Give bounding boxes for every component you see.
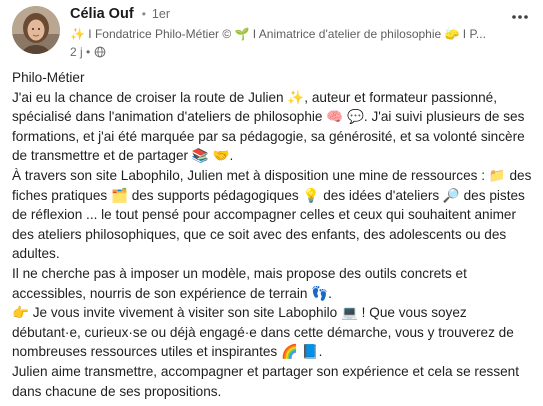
more-horizontal-icon bbox=[512, 15, 528, 19]
separator-dot: • bbox=[141, 7, 146, 21]
post-paragraph: Il ne cherche pas à imposer un modèle, m… bbox=[12, 265, 467, 301]
post-paragraph: 👉 Je vous invite vivement à visiter son … bbox=[12, 305, 514, 360]
post-paragraph: Philo-Métier bbox=[12, 70, 85, 85]
author-headline: ✨ I Fondatrice Philo-Métier © 🌱 I Animat… bbox=[70, 27, 486, 41]
post-meta: 2 j • bbox=[70, 45, 106, 59]
more-options-button[interactable] bbox=[507, 6, 533, 28]
author-line: Célia Ouf • 1er bbox=[70, 6, 170, 22]
avatar[interactable] bbox=[12, 6, 60, 54]
globe-icon bbox=[94, 46, 106, 58]
post-paragraph: J'ai eu la chance de croiser la route de… bbox=[12, 89, 525, 164]
feed-post: Célia Ouf • 1er ✨ I Fondatrice Philo-Mét… bbox=[0, 0, 543, 406]
connection-degree: 1er bbox=[151, 7, 170, 21]
post-paragraph: Julien aime transmettre, accompagner et … bbox=[12, 363, 520, 399]
post-timestamp: 2 j • bbox=[70, 45, 91, 59]
avatar-photo bbox=[12, 6, 60, 54]
post-body: Philo-Métier J'ai eu la chance de croise… bbox=[12, 68, 534, 401]
author-name[interactable]: Célia Ouf bbox=[70, 6, 134, 22]
post-paragraph: À travers son site Labophilo, Julien met… bbox=[12, 167, 532, 262]
